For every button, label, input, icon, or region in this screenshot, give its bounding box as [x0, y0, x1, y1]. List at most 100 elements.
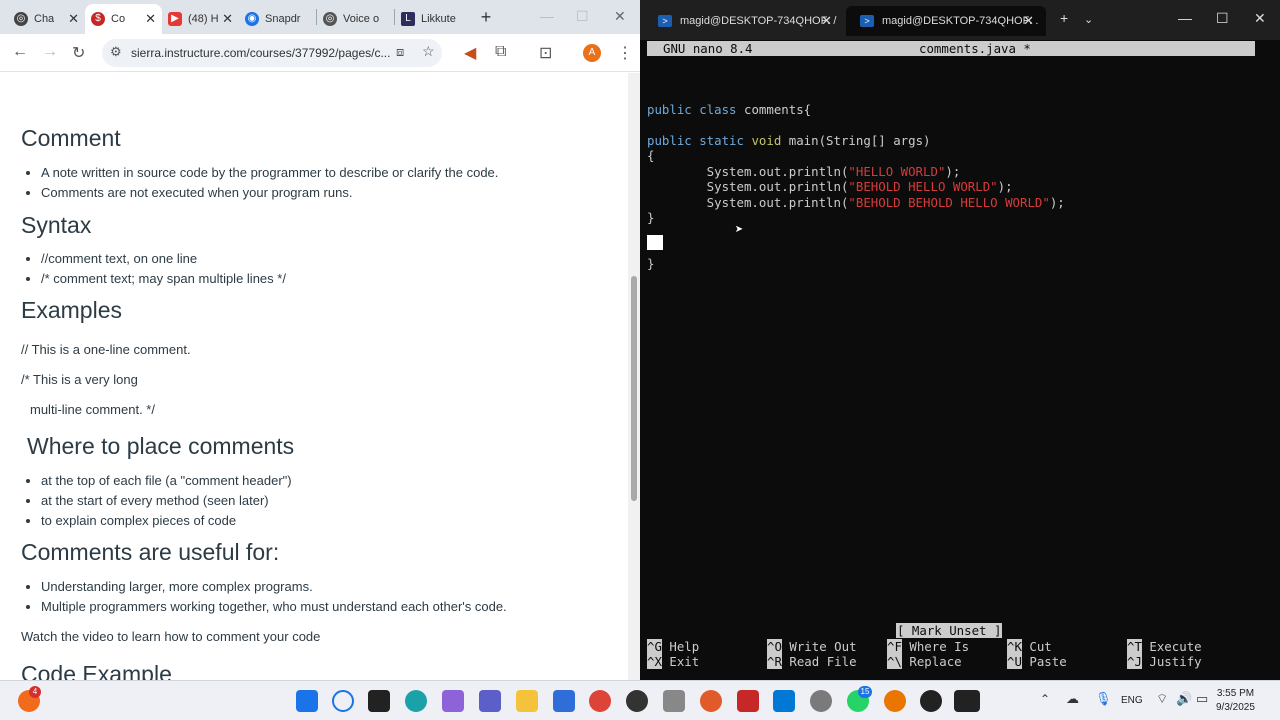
new-tab-button[interactable]: +: [472, 7, 500, 28]
code-line: {: [647, 148, 655, 163]
list-item: //comment text, on one line: [41, 249, 286, 269]
mouse-pointer-icon: ➤: [735, 222, 744, 238]
dropdown-chevron-icon[interactable]: ⌄: [1084, 13, 1093, 26]
new-tab-plus-icon[interactable]: +: [1060, 10, 1068, 26]
voicemeeter-icon[interactable]: [737, 690, 759, 712]
canvas-icon: $: [91, 12, 105, 26]
shortcut-replace[interactable]: ^\ Replace: [887, 654, 962, 669]
windows-taskbar: 4 15 ⌃ ☁ 🎙 ENG ⌔ 🔊 ▭ 3:55 PM 9/3/2025: [0, 680, 1280, 720]
chrome-icon[interactable]: [589, 690, 611, 712]
language-indicator[interactable]: ENG: [1121, 695, 1143, 706]
shortcut-help[interactable]: ^G Help: [647, 639, 699, 654]
shortcut-read-file[interactable]: ^R Read File: [767, 654, 857, 669]
edge-icon[interactable]: [405, 690, 427, 712]
teams-icon[interactable]: [479, 690, 501, 712]
close-window-icon[interactable]: ✕: [1254, 10, 1266, 27]
maximize-icon[interactable]: ☐: [576, 8, 589, 25]
list-item: to explain complex pieces of code: [41, 511, 292, 531]
battery-icon[interactable]: ▭: [1196, 691, 1208, 707]
file-explorer-icon[interactable]: [516, 690, 538, 712]
notification-badge: 4: [29, 686, 41, 698]
menu-kebab-icon[interactable]: ⋮: [617, 43, 633, 63]
extension-speaker-icon[interactable]: ◀: [464, 43, 476, 63]
page-scrollbar[interactable]: [628, 73, 640, 680]
settings-gear-icon[interactable]: [810, 690, 832, 712]
minimize-icon[interactable]: —: [1178, 10, 1192, 26]
bookmark-star-icon[interactable]: ☆: [422, 43, 435, 60]
list-item: /* comment text; may span multiple lines…: [41, 269, 286, 289]
shortcut-paste[interactable]: ^U Paste: [1007, 654, 1067, 669]
chrome-profile-icon[interactable]: [700, 690, 722, 712]
close-window-icon[interactable]: ✕: [614, 8, 626, 25]
translate-icon[interactable]: ⧈: [396, 44, 404, 60]
browser-window: ◎Cha✕ $Co✕ ▶(48) Ho✕ ◉Snapdr ◎Voice o LL…: [0, 0, 640, 680]
shortcut-justify[interactable]: ^J Justify: [1127, 654, 1202, 669]
browser-tab-canvas[interactable]: $ Co ✕: [85, 4, 162, 34]
obs-icon[interactable]: [920, 690, 942, 712]
store-icon[interactable]: [553, 690, 575, 712]
terminal-icon[interactable]: [954, 690, 980, 712]
whatsapp-badge: 15: [858, 686, 872, 698]
list-item: A note written in source code by the pro…: [41, 163, 498, 183]
task-view-icon[interactable]: [368, 690, 390, 712]
heading-where: Where to place comments: [27, 433, 295, 459]
terminal-tab-1[interactable]: > magid@DESKTOP-734QHOF: / ✕: [644, 6, 844, 36]
profile-avatar[interactable]: A: [583, 44, 601, 62]
heading-syntax: Syntax: [21, 212, 92, 238]
url-text[interactable]: sierra.instructure.com/courses/377992/pa…: [131, 46, 390, 60]
volume-icon[interactable]: 🔊: [1176, 691, 1192, 707]
camera-icon[interactable]: [663, 690, 685, 712]
list-item: at the top of each file (a "comment head…: [41, 471, 292, 491]
close-tab-icon[interactable]: ✕: [222, 11, 233, 27]
extensions-puzzle-icon[interactable]: ⧉: [495, 43, 506, 61]
forward-arrow-icon[interactable]: →: [42, 43, 58, 61]
close-tab-icon[interactable]: ✕: [1023, 13, 1034, 29]
browser-tab-strip: ◎Cha✕ $Co✕ ▶(48) Ho✕ ◉Snapdr ◎Voice o LL…: [0, 0, 640, 34]
tab-search-icon[interactable]: ⊡: [539, 43, 552, 63]
back-arrow-icon[interactable]: ←: [12, 43, 28, 61]
minimize-icon[interactable]: —: [540, 8, 554, 24]
nano-editor[interactable]: GNU nano 8.4 comments.java * public clas…: [647, 40, 1257, 672]
list-item: Understanding larger, more complex progr…: [41, 577, 507, 597]
nano-title-bar: GNU nano 8.4 comments.java *: [647, 41, 1255, 56]
browser-tab-voice[interactable]: ◎ Voice o: [317, 4, 394, 34]
nano-filename: comments.java *: [919, 41, 1031, 56]
scrollbar-thumb[interactable]: [631, 276, 637, 501]
heading-code-example: Code Example: [21, 661, 172, 680]
vscode-icon[interactable]: [773, 690, 795, 712]
example-line: // This is a one-line comment.: [21, 342, 191, 357]
microphone-icon[interactable]: 🎙: [1095, 691, 1112, 707]
windows-start-icon[interactable]: [296, 690, 318, 712]
shortcut-where-is[interactable]: ^F Where Is: [887, 639, 969, 654]
chevron-up-icon[interactable]: ⌃: [1040, 692, 1050, 706]
copilot-icon[interactable]: [442, 690, 464, 712]
reload-icon[interactable]: ↻: [72, 43, 85, 63]
search-icon[interactable]: [332, 690, 354, 712]
close-tab-icon[interactable]: ✕: [68, 11, 79, 27]
nano-version: GNU nano 8.4: [663, 41, 753, 56]
wifi-icon[interactable]: ⌔: [1156, 691, 1168, 707]
close-tab-icon[interactable]: ✕: [145, 11, 156, 27]
dell-icon[interactable]: [626, 690, 648, 712]
maximize-icon[interactable]: ☐: [1216, 10, 1229, 27]
powershell-icon: >: [658, 15, 672, 27]
shortcut-exit[interactable]: ^X Exit: [647, 654, 699, 669]
browser-tab-chat[interactable]: ◎ Cha ✕: [8, 4, 85, 34]
blender-icon[interactable]: [884, 690, 906, 712]
terminal-tab-2[interactable]: > magid@DESKTOP-734QHOF: . ✕: [846, 6, 1046, 36]
browser-tab-snapdrop[interactable]: ◉ Snapdr: [239, 4, 316, 34]
shortcut-execute[interactable]: ^T Execute: [1127, 639, 1202, 654]
shortcut-write-out[interactable]: ^O Write Out: [767, 639, 857, 654]
network-icon[interactable]: ☁: [1066, 691, 1079, 707]
close-tab-icon[interactable]: ✕: [821, 13, 832, 29]
shortcut-cut[interactable]: ^K Cut: [1007, 639, 1052, 654]
heading-useful: Comments are useful for:: [21, 539, 280, 565]
list-item: Comments are not executed when your prog…: [41, 183, 498, 203]
browser-tab-youtube[interactable]: ▶(48) Ho✕: [162, 4, 239, 34]
site-info-icon[interactable]: ⚙: [110, 44, 122, 60]
browser-tab-likkute[interactable]: L Likkute: [395, 4, 472, 34]
clock[interactable]: 3:55 PM 9/3/2025: [1216, 687, 1255, 715]
address-bar[interactable]: ⚙ sierra.instructure.com/courses/377992/…: [102, 39, 442, 67]
code-line: System.out.println("BEHOLD HELLO WORLD")…: [647, 179, 1013, 194]
globe-icon: ◎: [323, 12, 337, 26]
